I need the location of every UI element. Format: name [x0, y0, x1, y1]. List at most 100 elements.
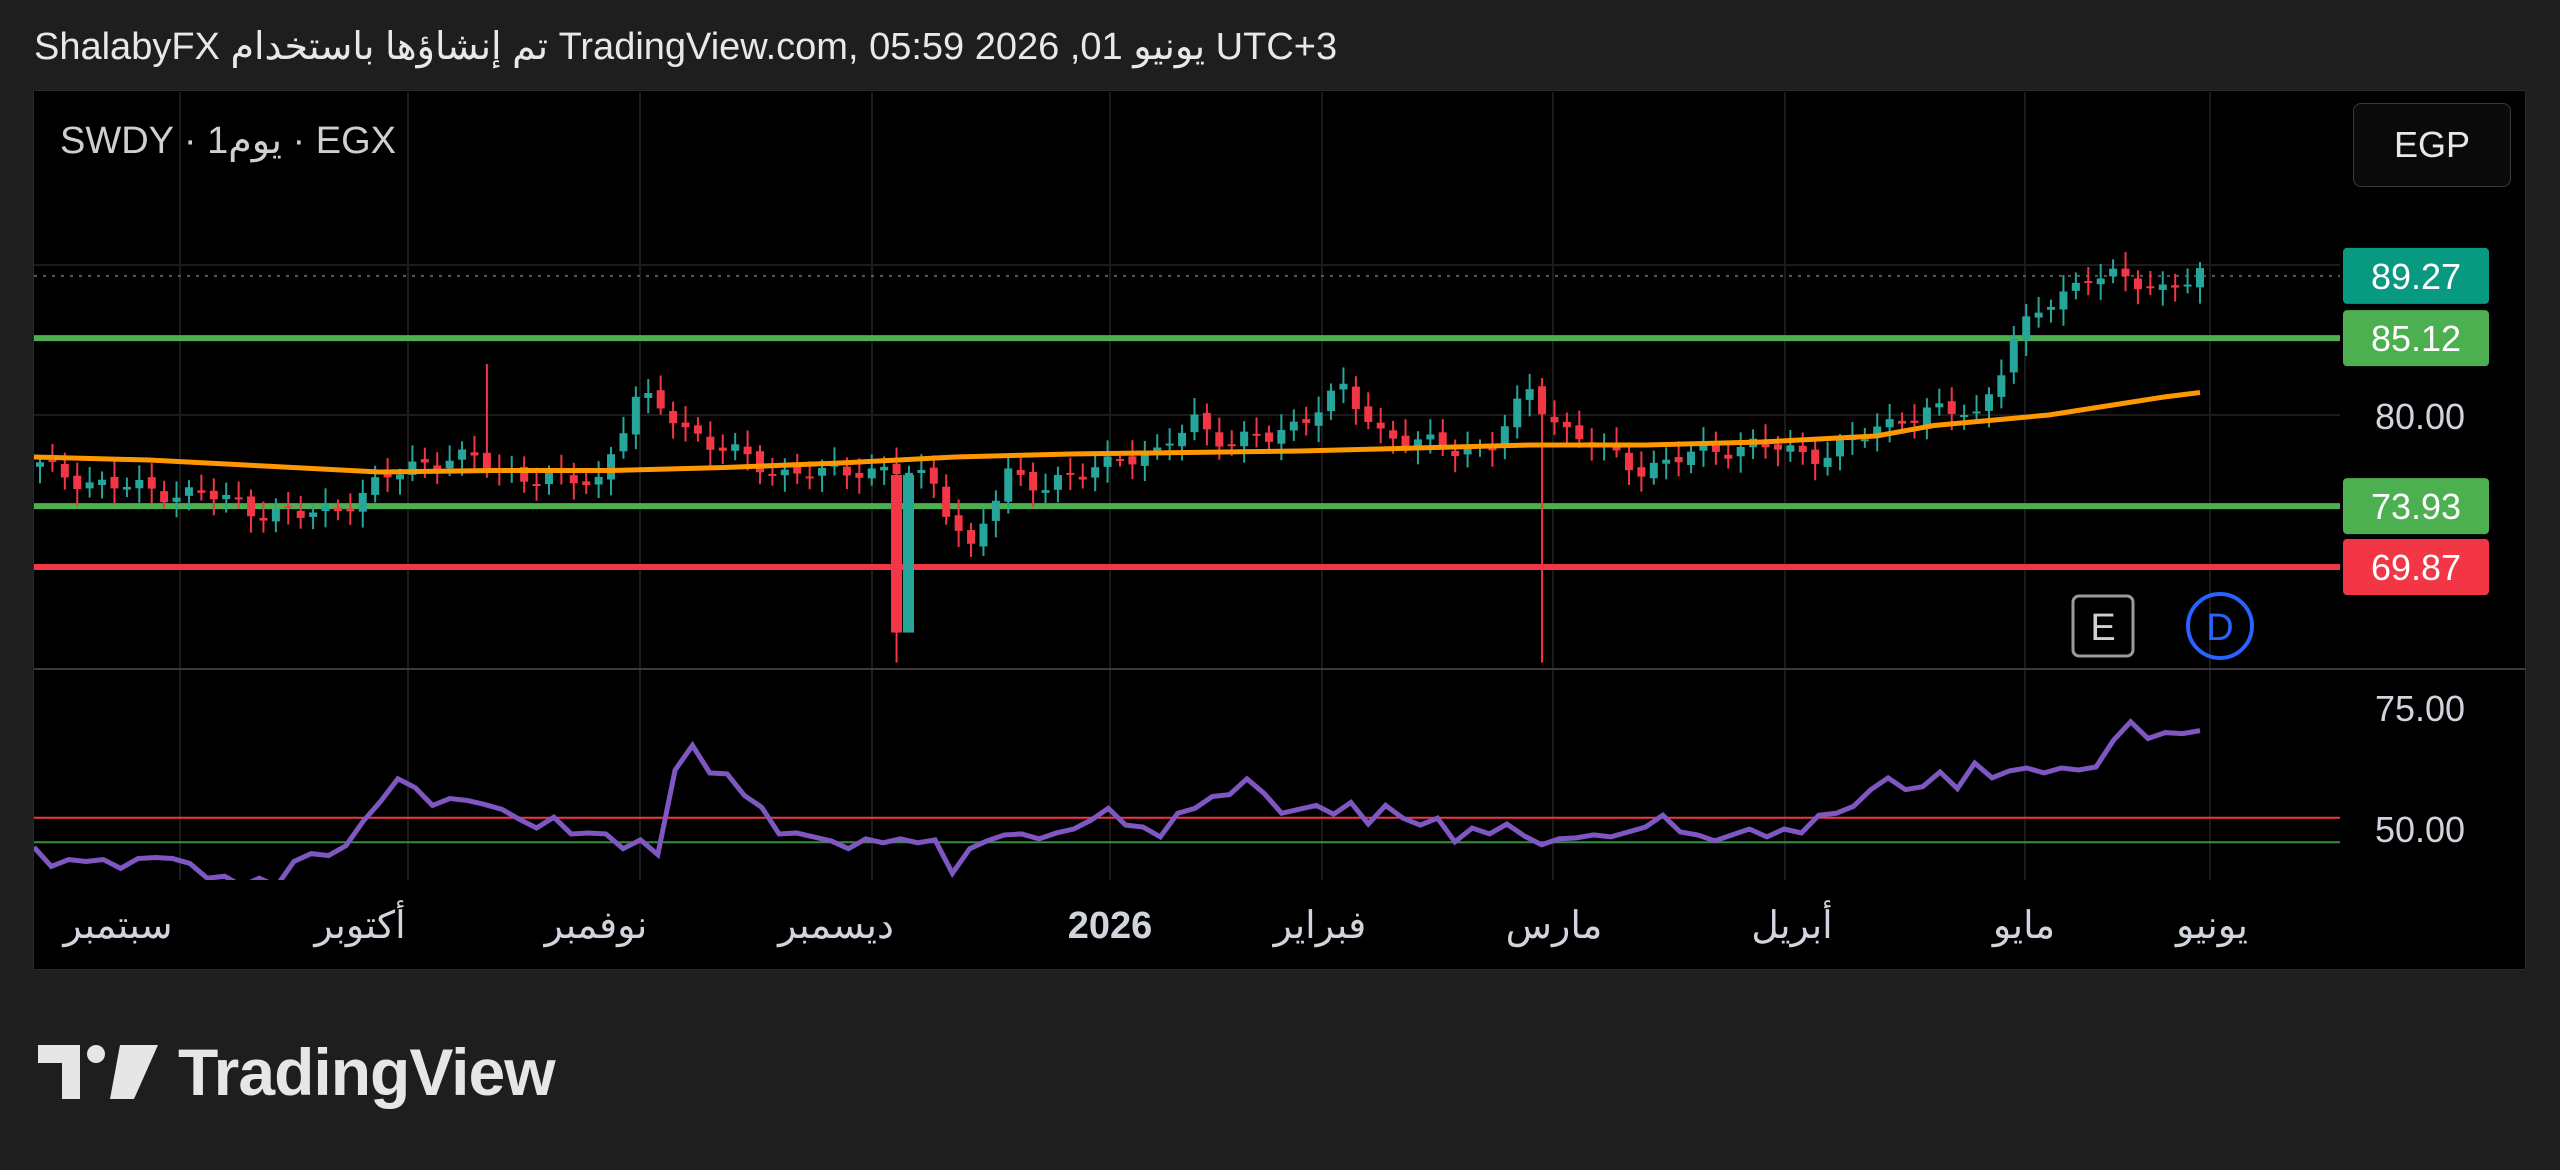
candle-body	[1178, 432, 1187, 447]
candle-body	[891, 475, 902, 633]
currency-button[interactable]: EGP	[2353, 103, 2511, 187]
candle-body	[1649, 462, 1658, 479]
candle-body	[842, 466, 851, 476]
x-axis-label: يونيو	[2174, 905, 2248, 948]
tradingview-logo[interactable]: TradingView	[38, 1034, 556, 1110]
candle-body	[1984, 394, 1993, 411]
candle-body	[1538, 386, 1547, 415]
candle-body	[1041, 490, 1050, 493]
candle-body	[1389, 430, 1398, 439]
candle-body	[122, 486, 131, 490]
candle-body	[793, 467, 802, 474]
candle-body	[247, 496, 256, 517]
candle-body	[60, 464, 69, 478]
candle-body	[184, 487, 193, 496]
candle-body	[1562, 421, 1571, 428]
candle-body	[383, 474, 392, 478]
candle-body	[756, 451, 764, 473]
candle-body	[1736, 446, 1745, 457]
candle-body	[1798, 445, 1807, 453]
price-label-text: 73.93	[2371, 486, 2461, 527]
candle-body	[991, 500, 1000, 521]
candle-body	[2183, 284, 2192, 287]
candle-body	[48, 460, 57, 463]
dividend-badge-label: D	[2206, 607, 2233, 649]
candle-body	[644, 393, 653, 398]
candle-body	[1029, 471, 1038, 491]
candle-body	[135, 480, 144, 489]
candle-body	[2133, 278, 2142, 290]
candle-body	[892, 463, 901, 475]
candle-body	[259, 517, 268, 521]
candle-body	[1624, 452, 1633, 471]
candle-body	[1997, 375, 2006, 397]
candle-body	[1004, 468, 1013, 502]
candle-body	[1947, 401, 1956, 414]
candle-body	[718, 447, 727, 451]
x-axis-label: مارس	[1506, 905, 1603, 948]
candle-body	[147, 477, 156, 489]
candle-body	[1116, 458, 1124, 461]
candle-body	[2096, 278, 2105, 285]
candle-body	[2171, 285, 2180, 288]
candle-body	[2158, 284, 2167, 290]
candle-body	[1066, 472, 1075, 475]
candle-body	[1128, 456, 1137, 465]
candle-body	[1910, 420, 1919, 423]
candle-body	[631, 396, 640, 435]
candle-body	[1240, 431, 1249, 447]
candle-body	[2034, 312, 2043, 318]
candle-body	[222, 494, 231, 500]
candle-body	[271, 508, 280, 522]
candle-body	[743, 446, 752, 455]
x-axis-label: فبراير	[1272, 905, 1367, 948]
candle-body	[1091, 467, 1100, 478]
candle-body	[1637, 467, 1646, 477]
candle-body	[1227, 444, 1236, 447]
price-label-text: 69.87	[2371, 547, 2461, 588]
candle-body	[1302, 419, 1311, 423]
candle-body	[1364, 406, 1373, 423]
candle-body	[1103, 456, 1112, 467]
candle-body	[1885, 419, 1894, 428]
candle-body	[669, 411, 678, 424]
tradingview-logo-text: TradingView	[178, 1035, 556, 1109]
symbol-label[interactable]: SWDY · 1يوم · EGX	[60, 118, 396, 163]
candle-body	[1922, 407, 1931, 426]
candle-body	[1575, 425, 1584, 440]
candle-body	[1662, 459, 1671, 464]
candle-body	[532, 484, 541, 487]
candle-body	[1351, 386, 1360, 409]
candle-body	[1823, 457, 1832, 467]
candle-body	[818, 467, 827, 476]
candle-body	[1935, 403, 1944, 408]
x-axis-label: أبريل	[1751, 900, 1832, 948]
candle-body	[2022, 316, 2031, 340]
candle-body	[85, 482, 94, 489]
candle-body	[420, 459, 429, 463]
candle-body	[954, 515, 963, 531]
candle-body	[396, 474, 404, 480]
candle-body	[780, 469, 789, 476]
x-axis-label: مايو	[1991, 905, 2055, 948]
candle-body	[607, 454, 616, 480]
candle-body	[1165, 443, 1174, 446]
candle-body	[867, 468, 876, 479]
chart-svg: 80.00 75.00 50.00 89.27 85.12 73.93 69.87 E D سبت…	[33, 92, 2526, 948]
candle-body	[160, 491, 169, 503]
x-axis-label: ديسمبر	[776, 905, 894, 948]
price-axis-tick: 80.00	[2375, 396, 2465, 437]
candle-body	[855, 472, 864, 478]
candle-body	[284, 506, 293, 509]
candle-body	[358, 492, 367, 512]
candle-body	[903, 475, 914, 633]
candle-body	[482, 452, 491, 469]
candle-body	[768, 473, 777, 476]
candle-body	[731, 444, 740, 451]
candle-body	[1525, 389, 1534, 400]
candle-body	[1215, 432, 1224, 447]
candle-body	[234, 497, 243, 500]
candle-body	[693, 425, 702, 434]
candle-body	[1972, 411, 1981, 414]
candle-body	[1016, 469, 1025, 475]
